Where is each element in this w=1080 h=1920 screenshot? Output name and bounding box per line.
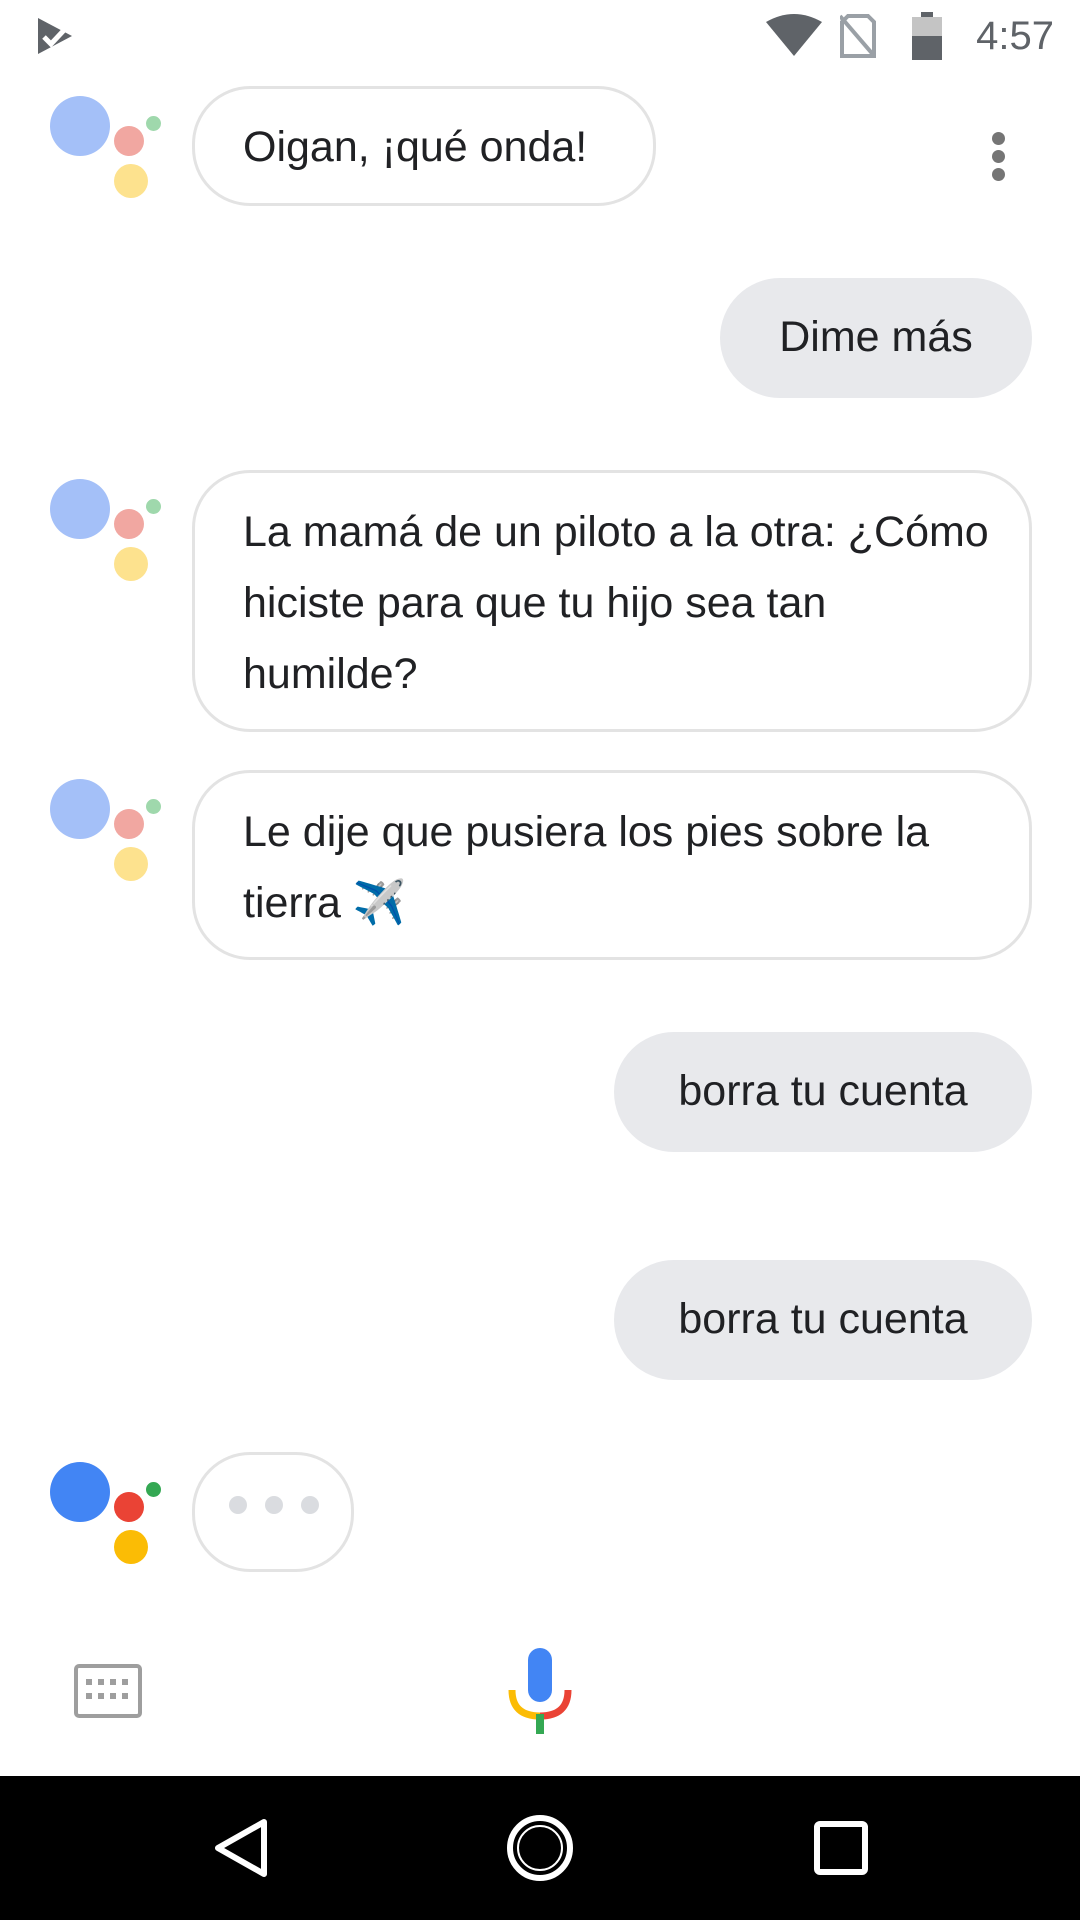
message-text: La mamá de un piloto a la otra: ¿Cómo hi… <box>243 508 989 698</box>
typing-indicator <box>192 1452 354 1572</box>
battery-icon <box>912 12 942 60</box>
navigation-bar <box>0 1776 1080 1920</box>
message-text: Le dije que pusiera los pies sobre la ti… <box>243 808 930 927</box>
assistant-message: Oigan, ¡qué onda! <box>192 86 656 206</box>
assistant-logo-active <box>48 1458 168 1578</box>
assistant-notification-icon <box>38 18 72 54</box>
mic-icon[interactable] <box>506 1646 574 1736</box>
no-sim-icon <box>840 14 876 58</box>
message-text: borra tu cuenta <box>678 1295 968 1343</box>
wifi-icon <box>766 14 822 56</box>
back-icon[interactable] <box>212 1818 270 1878</box>
recents-icon[interactable] <box>814 1821 868 1875</box>
assistant-logo <box>48 475 168 595</box>
assistant-logo <box>48 92 168 212</box>
more-vert-icon[interactable] <box>980 128 1016 184</box>
user-message: Dime más <box>720 278 1032 398</box>
assistant-message: La mamá de un piloto a la otra: ¿Cómo hi… <box>192 470 1032 732</box>
user-message: borra tu cuenta <box>614 1032 1032 1152</box>
status-time: 4:57 <box>976 14 1054 58</box>
message-text: Dime más <box>779 313 973 361</box>
status-bar: 4:57 <box>0 0 1080 72</box>
message-text: borra tu cuenta <box>678 1067 968 1115</box>
user-message: borra tu cuenta <box>614 1260 1032 1380</box>
home-icon[interactable] <box>506 1814 574 1882</box>
assistant-message: Le dije que pusiera los pies sobre la ti… <box>192 770 1032 960</box>
keyboard-icon[interactable] <box>74 1664 142 1718</box>
message-text: Oigan, ¡qué onda! <box>243 123 588 171</box>
assistant-logo <box>48 775 168 895</box>
